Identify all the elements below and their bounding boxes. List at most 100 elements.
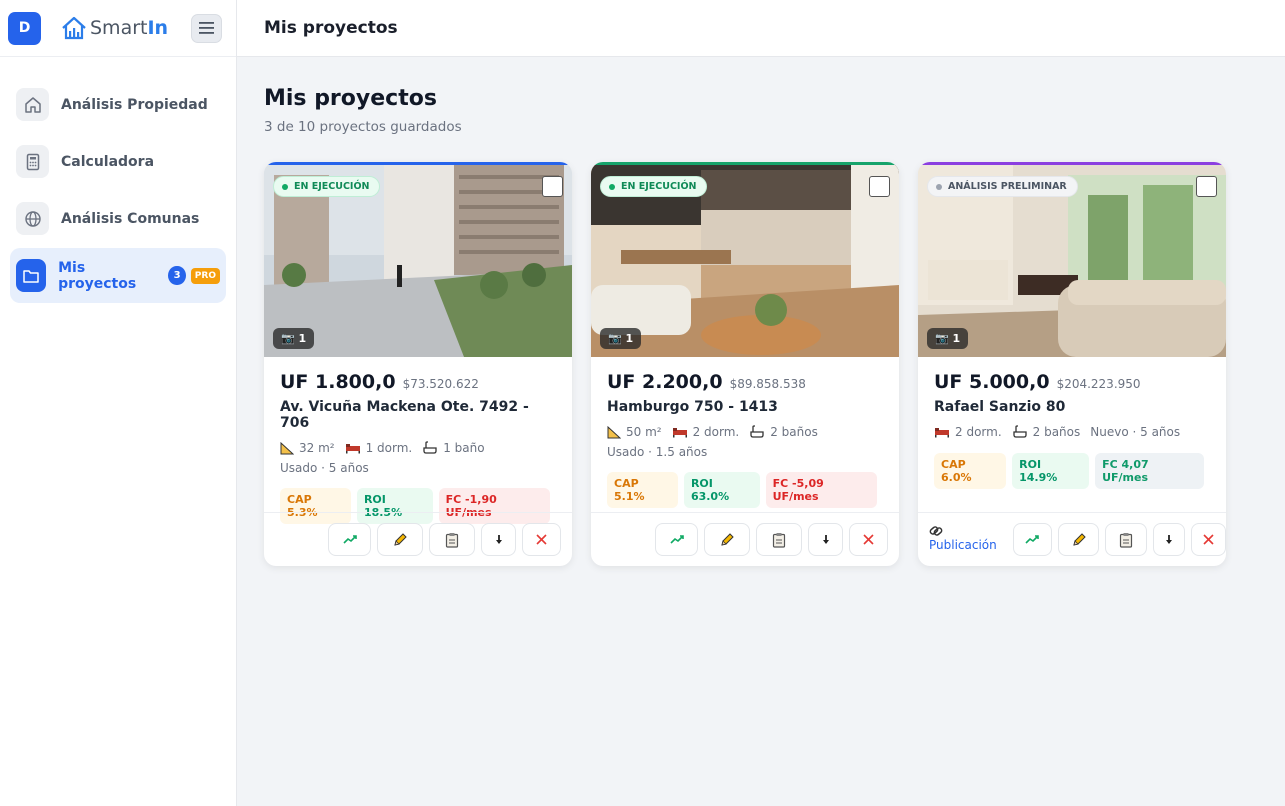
price-row: UF 1.800,0 $73.520.622 [280,371,556,393]
sidebar-item-analisis-comunas[interactable]: Análisis Comunas [10,191,226,246]
clipboard-button[interactable] [429,523,475,556]
home-icon [16,88,49,121]
project-card[interactable]: EN EJECUCIÓN 📷 1 UF 1.800,0 $73.520.622 … [264,162,572,566]
trending-up-icon [1025,534,1040,544]
roi-metric: ROI 14.9% [1012,453,1090,489]
sidebar-nav: Análisis Propiedad Calculadora Análisis … [0,57,236,325]
status-badge: EN EJECUCIÓN [273,176,381,197]
analysis-button[interactable] [1013,523,1052,556]
download-arrow-icon [1165,534,1172,544]
publication-link[interactable]: Publicación [929,524,997,552]
price-uf: UF 2.200,0 [607,371,723,393]
fc-metric: FC -5,09 UF/mes [765,472,877,508]
delete-button[interactable] [849,523,888,556]
smartin-logo-icon [62,16,86,40]
download-button[interactable] [481,523,516,556]
logo[interactable]: SmartIn [61,16,168,40]
close-icon [863,534,874,545]
download-button[interactable] [1153,523,1185,556]
status-dot-icon [936,183,942,190]
main-content: Mis proyectos 3 de 10 proyectos guardado… [264,86,1226,566]
select-checkbox[interactable] [542,176,563,197]
pencil-icon [394,532,407,546]
avatar[interactable]: D [8,11,41,45]
status-badge: EN EJECUCIÓN [600,176,708,197]
logo-text: SmartIn [90,17,169,39]
property-specs: 50 m² 2 dorm. 2 baños [607,425,883,439]
metrics-row: CAP 6.0% ROI 14.9% FC 4,07 UF/mes [934,453,1210,489]
clipboard-button[interactable] [1105,523,1148,556]
sidebar-item-calculadora[interactable]: Calculadora [10,134,226,189]
roi-metric: ROI 63.0% [683,472,760,508]
bed-icon [935,428,949,438]
bed-icon [672,428,687,438]
folder-icon [16,259,47,292]
property-photo[interactable]: EN EJECUCIÓN 📷 1 [591,162,899,357]
price-row: UF 5.000,0 $204.223.950 [934,371,1210,393]
edit-button[interactable] [377,523,423,556]
sidebar-item-label: Análisis Propiedad [61,96,208,113]
analysis-button[interactable] [655,523,698,556]
delete-button[interactable] [1190,523,1226,556]
download-arrow-icon [822,534,829,544]
sidebar-item-label: Mis proyectos [58,259,137,292]
topbar: Mis proyectos [237,0,1285,57]
bathtub-icon [423,441,437,454]
delete-button[interactable] [522,523,561,556]
price-uf: UF 1.800,0 [280,371,396,393]
property-photo[interactable]: EN EJECUCIÓN 📷 1 [264,162,572,357]
sidebar-item-analisis-propiedad[interactable]: Análisis Propiedad [10,77,226,132]
select-checkbox[interactable] [1196,176,1217,197]
bedroom-spec: 1 dorm. [345,441,412,455]
page-title: Mis proyectos [264,86,437,111]
sidebar-item-label: Análisis Comunas [61,210,200,227]
card-body: UF 1.800,0 $73.520.622 Av. Vicuña Macken… [264,357,572,524]
sidebar-item-label: Calculadora [61,153,155,170]
clipboard-button[interactable] [756,523,802,556]
sidebar-item-mis-proyectos[interactable]: Mis proyectos 3 PRO [10,248,226,303]
status-dot-icon [282,183,288,190]
fc-metric: FC 4,07 UF/mes [1095,453,1204,489]
photo-count[interactable]: 📷 1 [927,328,969,349]
card-actions: Publicación [918,512,1226,566]
edit-button[interactable] [1057,523,1100,556]
page-subtitle: 3 de 10 proyectos guardados [264,119,462,135]
globe-icon [16,202,49,235]
clipboard-icon [445,532,459,548]
area-spec: 32 m² [280,441,335,455]
photo-count[interactable]: 📷 1 [600,328,642,349]
property-address: Rafael Sanzio 80 [934,399,1066,415]
select-checkbox[interactable] [869,176,890,197]
status-dot-icon [609,183,615,190]
edit-button[interactable] [704,523,750,556]
clipboard-icon [772,532,786,548]
photo-count[interactable]: 📷 1 [273,328,315,349]
card-actions [264,512,572,566]
analysis-button[interactable] [328,523,371,556]
property-photo[interactable]: ANÁLISIS PRELIMINAR 📷 1 [918,162,1226,357]
calculator-icon [16,145,49,178]
topbar-title: Mis proyectos [264,18,398,38]
close-icon [1203,534,1214,545]
property-specs: 32 m² 1 dorm. 1 baño [280,441,556,455]
cap-metric: CAP 6.0% [934,453,1007,489]
status-badge: ANÁLISIS PRELIMINAR [927,176,1078,197]
property-condition: Nuevo · 5 años [1090,425,1181,439]
price-clp: $204.223.950 [1056,377,1141,391]
project-cards: EN EJECUCIÓN 📷 1 UF 1.800,0 $73.520.622 … [264,162,1245,566]
ruler-icon [280,441,294,454]
hamburger-icon [199,22,214,34]
price-row: UF 2.200,0 $89.858.538 [607,371,883,393]
price-clp: $89.858.538 [729,377,806,391]
menu-toggle-button[interactable] [191,13,222,43]
ruler-icon [607,425,621,438]
card-body: UF 5.000,0 $204.223.950 Rafael Sanzio 80… [918,357,1226,489]
project-card[interactable]: EN EJECUCIÓN 📷 1 UF 2.200,0 $89.858.538 … [591,162,899,566]
bathroom-spec: 2 baños [1012,425,1080,439]
cap-metric: CAP 5.1% [607,472,678,508]
publication-label: Publicación [929,538,997,552]
download-button[interactable] [808,523,843,556]
project-card[interactable]: ANÁLISIS PRELIMINAR 📷 1 UF 5.000,0 $204.… [918,162,1226,566]
project-count-badge: 3 [168,266,186,285]
property-address: Av. Vicuña Mackena Ote. 7492 - 706 [280,399,529,431]
